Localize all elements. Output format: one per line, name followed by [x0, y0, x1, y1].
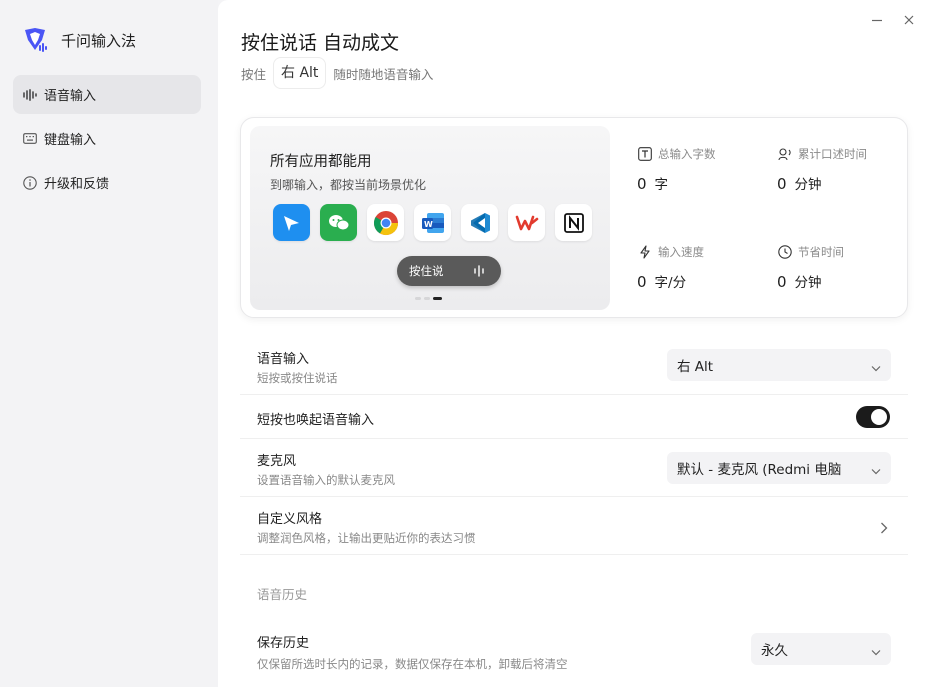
carousel-dot-active[interactable] — [433, 297, 442, 300]
stat-unit: 字/分 — [654, 275, 687, 291]
setting-subtitle: 短按或按住说话 — [257, 371, 338, 385]
promo-carousel: 所有应用都能用 到哪输入，都按当前场景优化 W 按住说 — [250, 126, 610, 310]
chrome-icon — [367, 204, 404, 241]
wechat-icon — [320, 204, 357, 241]
stat-label: 输入速度 — [658, 245, 704, 259]
setting-custom-style[interactable]: 自定义风格 调整润色风格，让输出更贴近你的表达习惯 — [240, 497, 908, 555]
sidebar-item-upgrade-feedback[interactable]: 升级和反馈 — [13, 163, 201, 202]
hint-suffix: 随时随地语音输入 — [333, 66, 434, 82]
setting-title: 自定义风格 — [257, 512, 323, 527]
word-icon: W — [414, 204, 451, 241]
history-retention-select[interactable]: 永久 — [751, 633, 891, 665]
carousel-dot[interactable] — [424, 297, 430, 300]
setting-subtitle: 仅保留所选时长内的记录，数据仅保存在本机，卸载后将清空 — [257, 657, 568, 671]
notion-icon — [555, 204, 592, 241]
vscode-icon — [461, 204, 498, 241]
feishu-icon — [273, 204, 310, 241]
brand: 千问输入法 — [20, 25, 136, 55]
stat-unit: 分钟 — [794, 177, 822, 193]
carousel-indicator[interactable] — [415, 297, 445, 300]
stat-unit: 字 — [654, 177, 669, 193]
voice-hotkey-select[interactable]: 右 Alt — [667, 349, 891, 381]
hotkey-chip: 右 Alt — [273, 57, 327, 89]
qianwen-logo-icon — [20, 25, 50, 55]
chevron-right-icon — [880, 519, 888, 538]
stat-input-speed: 输入速度 0 字/分 — [637, 244, 704, 291]
setting-voice-input: 语音输入 短按或按住说话 右 Alt — [240, 338, 908, 395]
setting-title: 保存历史 — [257, 636, 310, 651]
stat-value: 0 — [777, 175, 787, 193]
chevron-down-icon — [871, 463, 881, 479]
setting-save-history: 保存历史 仅保留所选时长内的记录，数据仅保存在本机，卸载后将清空 永久 — [240, 620, 908, 687]
sidebar-item-keyboard-input[interactable]: 键盘输入 — [13, 119, 201, 158]
sidebar-item-label: 语音输入 — [44, 89, 97, 104]
sidebar-item-voice-input[interactable]: 语音输入 — [13, 75, 201, 114]
page-title: 按住说话 自动成文 — [241, 32, 400, 54]
hint-prefix: 按住 — [241, 66, 267, 82]
keyboard-icon — [22, 131, 38, 147]
setting-microphone: 麦克风 设置语音输入的默认麦克风 默认 - 麦克风 (Redmi 电脑 — [240, 439, 908, 497]
text-icon — [637, 146, 653, 162]
select-value: 默认 - 麦克风 (Redmi 电脑 — [677, 462, 842, 478]
pill-label: 按住说 — [409, 264, 444, 278]
sidebar-item-label: 键盘输入 — [44, 133, 97, 148]
stat-total-chars: 总输入字数 0 字 — [637, 146, 716, 193]
speaker-icon — [777, 146, 793, 162]
section-voice-history: 语音历史 — [257, 587, 308, 602]
stat-time-saved: 节省时间 0 分钟 — [777, 244, 844, 291]
app-icon-list: W — [273, 204, 602, 241]
clock-icon — [777, 244, 793, 260]
waveform-icon — [22, 87, 38, 103]
wps-icon — [508, 204, 545, 241]
microphone-select[interactable]: 默认 - 麦克风 (Redmi 电脑 — [667, 452, 891, 484]
overview-card: 所有应用都能用 到哪输入，都按当前场景优化 W 按住说 总输入字数 0 字 累计… — [240, 117, 908, 318]
info-icon — [22, 175, 38, 191]
lightning-icon — [637, 244, 653, 260]
stat-unit: 分钟 — [794, 275, 822, 291]
stat-label: 累计口述时间 — [798, 147, 867, 161]
setting-title: 语音输入 — [257, 352, 310, 367]
stat-dictation-time: 累计口述时间 0 分钟 — [777, 146, 867, 193]
promo-title: 所有应用都能用 — [270, 154, 372, 170]
sidebar: 千问输入法 语音输入 键盘输入 升级和反馈 — [0, 0, 218, 687]
sidebar-item-label: 升级和反馈 — [44, 177, 110, 192]
minimize-icon[interactable] — [869, 12, 885, 28]
close-icon[interactable] — [901, 12, 917, 28]
stat-value: 0 — [637, 273, 647, 291]
short-press-toggle[interactable] — [856, 406, 890, 428]
stat-value: 0 — [777, 273, 787, 291]
setting-short-press: 短按也唤起语音输入 — [240, 395, 908, 439]
waveform-icon — [473, 265, 485, 280]
main-panel: 按住说话 自动成文 按住 右 Alt 随时随地语音输入 所有应用都能用 到哪输入… — [218, 0, 933, 687]
svg-text:W: W — [424, 220, 433, 229]
setting-title: 短按也唤起语音输入 — [257, 413, 375, 428]
setting-subtitle: 调整润色风格，让输出更贴近你的表达习惯 — [257, 531, 476, 545]
setting-subtitle: 设置语音输入的默认麦克风 — [257, 473, 395, 487]
select-value: 永久 — [761, 643, 788, 659]
carousel-dot[interactable] — [415, 297, 421, 300]
select-value: 右 Alt — [677, 359, 714, 375]
toggle-knob — [871, 409, 887, 425]
stat-label: 总输入字数 — [658, 147, 716, 161]
hold-to-talk-pill: 按住说 — [397, 256, 501, 286]
hotkey-hint: 按住 右 Alt 随时随地语音输入 — [241, 57, 433, 89]
app-name: 千问输入法 — [61, 31, 137, 50]
promo-subtitle: 到哪输入，都按当前场景优化 — [270, 178, 427, 192]
stat-label: 节省时间 — [798, 245, 844, 259]
stat-value: 0 — [637, 175, 647, 193]
setting-title: 麦克风 — [257, 454, 297, 469]
chevron-down-icon — [871, 360, 881, 376]
chevron-down-icon — [871, 644, 881, 660]
